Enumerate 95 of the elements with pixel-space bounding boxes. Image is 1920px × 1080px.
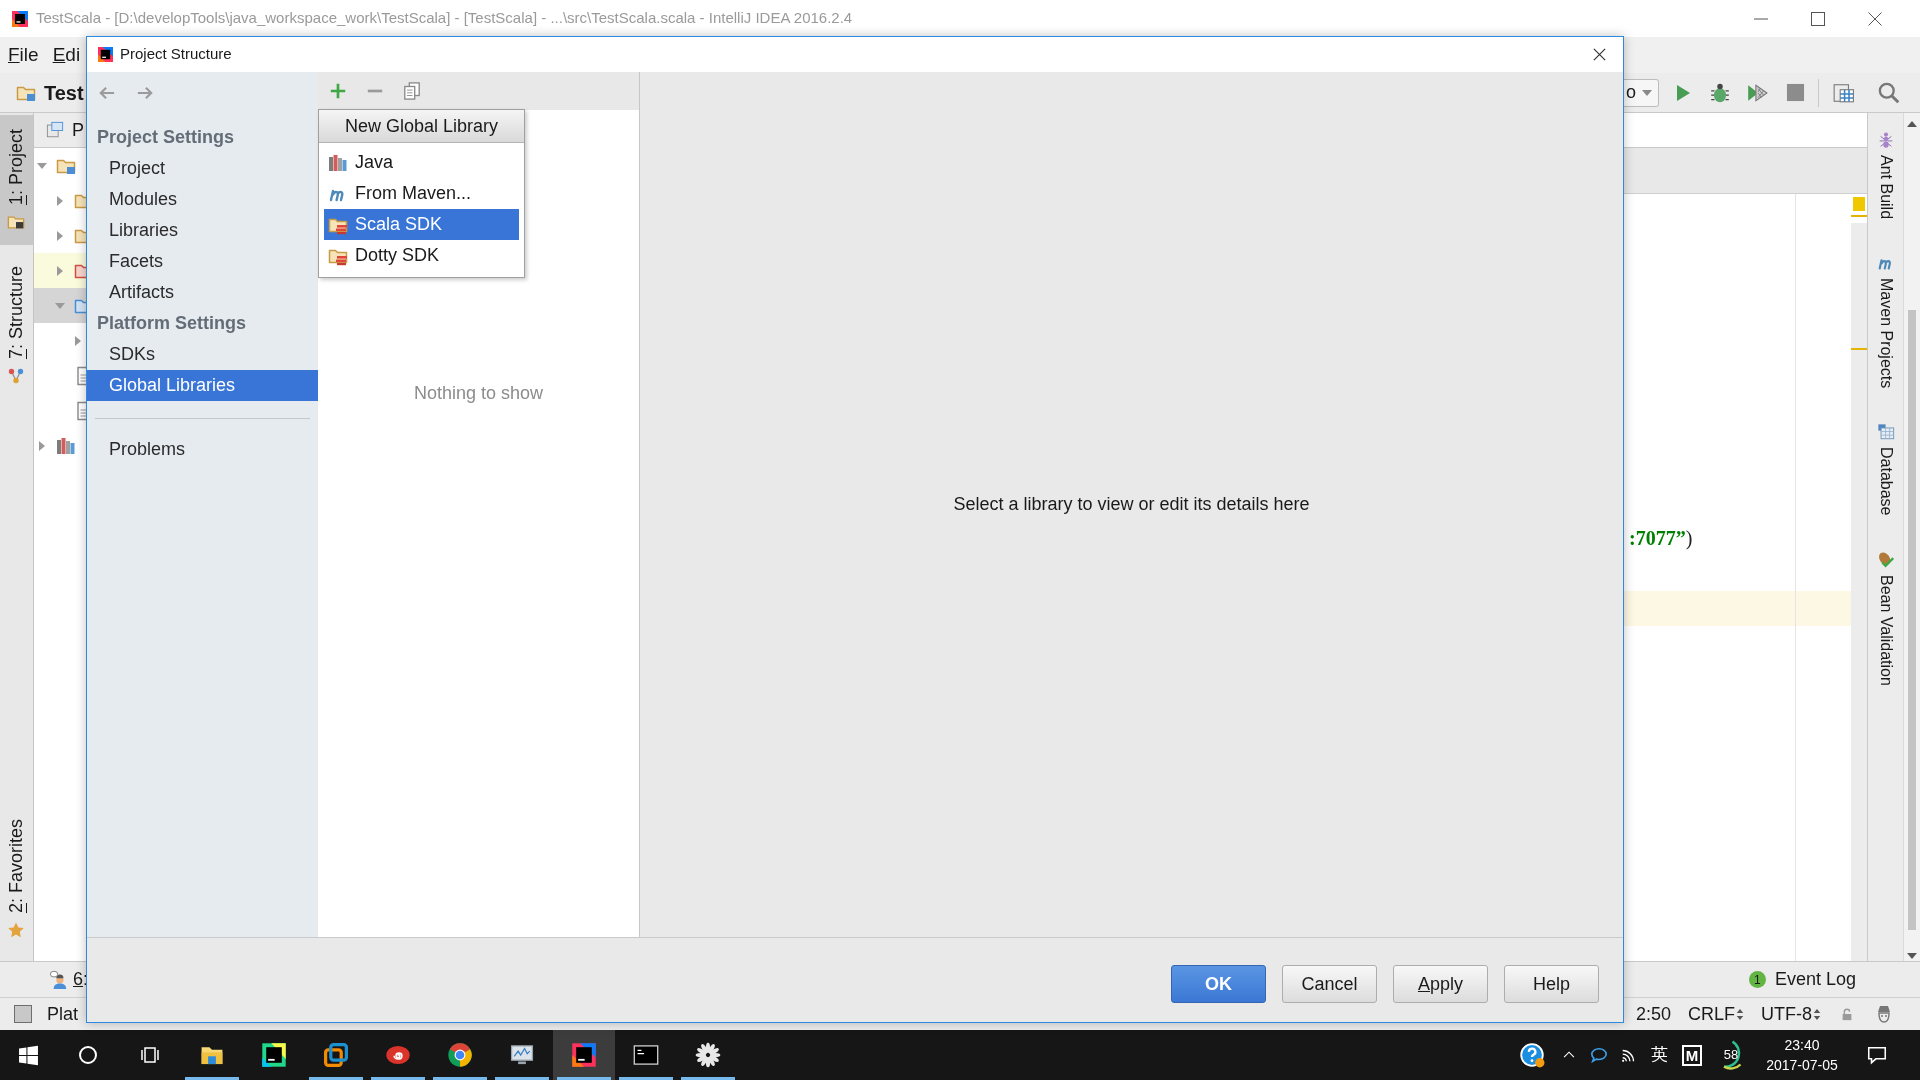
menu-item[interactable]: Dotty SDK	[324, 240, 519, 271]
status-widget[interactable]: 2:50	[1635, 1000, 1671, 1028]
tree-item[interactable]	[34, 253, 86, 288]
chat-bubble-icon[interactable]	[1590, 1046, 1608, 1064]
menu-item[interactable]: Scala SDK	[324, 209, 519, 240]
start-icon[interactable]	[18, 1044, 39, 1066]
task-view-icon[interactable]	[139, 1045, 161, 1065]
section-heading: Platform Settings	[97, 312, 247, 335]
nav-item[interactable]: SDKs	[87, 339, 318, 370]
maximize-icon[interactable]	[1810, 10, 1826, 27]
tool-window-tab[interactable]: Ant Build	[1873, 131, 1898, 220]
stop-icon[interactable]	[1786, 83, 1805, 102]
stripe-mark-icon	[1851, 348, 1867, 350]
taskbar-app[interactable]	[553, 1030, 615, 1080]
tool-window-tab[interactable]: 7: Structure	[0, 252, 33, 400]
usage-gauge[interactable]: 58	[1715, 1039, 1747, 1071]
folder-icon	[7, 213, 26, 232]
dialog-button[interactable]: OK	[1171, 965, 1266, 1003]
tricolor-circle-icon	[447, 1042, 473, 1068]
circle-icon[interactable]	[78, 1045, 98, 1065]
status-message: Plat	[47, 1002, 79, 1026]
dialog-title: Project Structure	[120, 44, 232, 65]
window-title: TestScala - [D:\developTools\java_workspace_work\TestScala] - [TestScala] - ...\src\TestScala.scala - IntelliJ IDEA 2016.2.4	[36, 8, 853, 29]
database-icon	[1876, 423, 1895, 442]
menu-item[interactable]: Edi	[45, 40, 88, 70]
menu-item[interactable]: Java	[324, 147, 519, 178]
clock[interactable]: 23:40 2017-07-05	[1752, 1035, 1852, 1075]
help-icon[interactable]	[1519, 1042, 1545, 1068]
tool-window-tab[interactable]: 2: Favorites	[0, 804, 33, 953]
tool-window-tab[interactable]: Maven Projects	[1873, 254, 1898, 389]
square-logo-icon	[571, 1042, 597, 1068]
stripe-mark-icon	[1851, 215, 1867, 217]
books-icon	[56, 435, 76, 456]
scroll-up-icon	[1907, 121, 1917, 127]
person-hat-icon[interactable]	[1876, 1005, 1892, 1023]
square-logo-icon	[261, 1042, 287, 1068]
tool-window-tab[interactable]: 1 Event Log	[1748, 966, 1856, 993]
status-widget[interactable]: UTF-8	[1761, 1000, 1821, 1028]
ime-indicator[interactable]: 英	[1644, 1042, 1674, 1068]
nav-item[interactable]: Problems	[87, 434, 318, 465]
terminal-icon	[633, 1042, 659, 1068]
star-icon	[7, 921, 26, 939]
bug-icon[interactable]	[1709, 81, 1731, 104]
tool-window-tab[interactable]: Bean Validation	[1873, 550, 1898, 686]
play-checkered-icon[interactable]	[1746, 81, 1768, 104]
app-logo-icon	[12, 10, 28, 27]
lock-icon[interactable]	[1840, 1007, 1854, 1021]
bean-check-icon	[1876, 550, 1895, 569]
caret-icon	[1642, 89, 1652, 96]
close-icon[interactable]	[1867, 10, 1883, 27]
plus-icon[interactable]	[329, 82, 347, 100]
dialog-button[interactable]: Cancel	[1282, 965, 1377, 1003]
menu-item[interactable]: From Maven...	[324, 178, 519, 209]
copy-icon[interactable]	[403, 81, 421, 101]
nav-item[interactable]: Libraries	[87, 215, 318, 246]
nav-item[interactable]: Facets	[87, 246, 318, 277]
scroll-down-icon	[1907, 953, 1917, 959]
tree-item[interactable]	[34, 288, 86, 323]
empty-list-message: Nothing to show	[413, 383, 544, 403]
grid-window-icon[interactable]	[1832, 81, 1855, 104]
scrollbar[interactable]	[1903, 113, 1920, 961]
menu-item[interactable]: File	[1, 40, 46, 70]
books-icon	[327, 152, 349, 173]
breadcrumb-item[interactable]: Test	[44, 77, 84, 108]
nav-item[interactable]: Global Libraries	[87, 370, 318, 401]
overlapping-squares-icon	[323, 1042, 349, 1068]
forward-arrow-icon[interactable]	[136, 85, 154, 101]
app-logo-icon	[98, 47, 113, 62]
back-arrow-icon[interactable]	[98, 85, 116, 101]
search-icon[interactable]	[1877, 81, 1900, 104]
close-icon[interactable]	[1592, 47, 1607, 62]
tool-window-tab[interactable]: Database	[1873, 423, 1898, 516]
notification-icon[interactable]	[1866, 1044, 1888, 1066]
tray-app-indicator[interactable]: M	[1681, 1044, 1703, 1066]
tool-window-tab[interactable]: 6:	[50, 966, 89, 993]
person-speech-icon	[50, 969, 68, 990]
status-widget[interactable]: CRLF	[1688, 1000, 1744, 1028]
dialog-button[interactable]: Help	[1504, 965, 1599, 1003]
nav-item[interactable]: Modules	[87, 184, 318, 215]
event-count-badge: 1	[1748, 971, 1766, 988]
run-config-dropdown[interactable]: o	[1623, 78, 1659, 107]
pinwheel-icon	[695, 1042, 721, 1068]
panel-icon	[45, 121, 65, 139]
nav-item[interactable]: Project	[87, 153, 318, 184]
panel-title: P	[72, 118, 84, 142]
menu-title: New Global Library	[344, 114, 499, 138]
dialog-button[interactable]: Apply	[1393, 965, 1488, 1003]
section-heading: Project Settings	[97, 126, 235, 149]
warning-marker-icon	[1853, 197, 1865, 211]
square-icon[interactable]	[13, 1004, 33, 1024]
code-line: :7077”)	[1629, 526, 1693, 552]
details-hint: Select a library to view or edit its details here	[953, 493, 1310, 516]
nodes-icon	[7, 367, 26, 386]
tool-window-tab[interactable]: 1: Project	[0, 115, 33, 246]
nav-item[interactable]: Artifacts	[87, 277, 318, 308]
